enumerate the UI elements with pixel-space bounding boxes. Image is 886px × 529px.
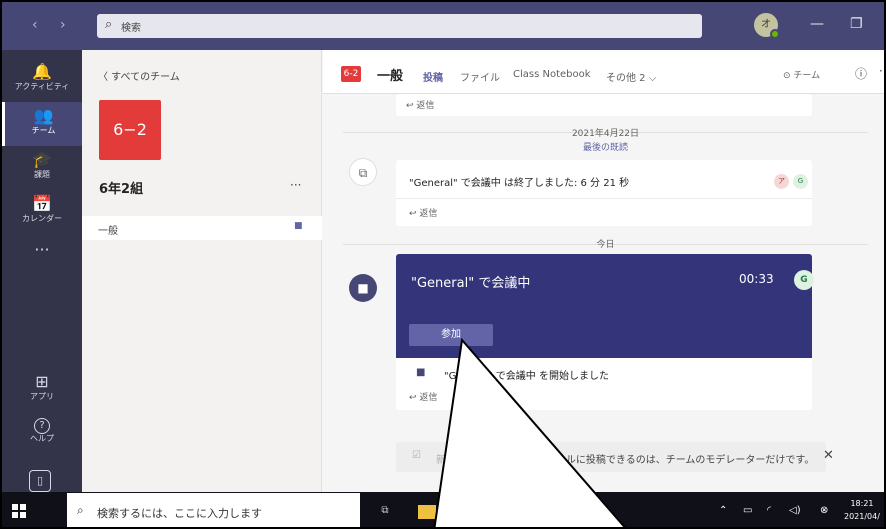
team-panel: 〈 すべてのチーム 6−2 6年2組 ··· 一般 ■ <box>82 50 322 492</box>
avatar-initial: オ <box>761 19 771 30</box>
team-name: 6年2組 <box>99 182 144 197</box>
rail-item-apps[interactable]: ⊞ アプリ <box>2 368 82 412</box>
channel-badge: 6-2 <box>341 66 361 82</box>
date-separator-today: 今日 <box>596 240 615 250</box>
meeting-ended-card: "General" で会議中 は終了しました: 6 分 21 秒 ア G ↩ 返… <box>396 160 812 226</box>
channel-header: 6-2 一般 投稿 ファイル Class Notebook その他 2 ⌵ ⊙ … <box>323 50 884 94</box>
rail-item-teams[interactable]: 👥 チーム <box>2 102 82 146</box>
avatar[interactable]: オ <box>754 13 780 39</box>
meeting-video-icon: ■ <box>349 274 377 302</box>
rail-item-help[interactable]: ? ヘルプ <box>2 412 82 456</box>
wifi-icon[interactable]: ◜ <box>767 505 771 516</box>
info-icon[interactable]: ⓘ <box>855 65 867 82</box>
meeting-started-card: ■ "General" で会議中 を開始しました ↩ 返信 <box>396 358 812 410</box>
reply-button[interactable]: ↩ 返信 <box>406 98 434 111</box>
search-input[interactable]: ⌕ 検索 <box>97 14 702 38</box>
minimize-button[interactable]: — <box>810 16 824 32</box>
channel-item-general[interactable]: 一般 ■ <box>82 216 322 240</box>
join-button[interactable]: 参加 <box>409 324 493 346</box>
reply-button[interactable]: ↩ 返信 <box>409 390 437 403</box>
meeting-title: "General" で会議中 <box>411 276 531 291</box>
meeting-timer: 00:33 <box>739 272 774 286</box>
search-icon: ⌕ <box>77 503 84 517</box>
tab-more[interactable]: その他 2 ⌵ <box>606 69 656 84</box>
team-more-button[interactable]: ··· <box>290 178 301 192</box>
meeting-video-icon: ■ <box>416 367 426 378</box>
team-tile: 6−2 <box>99 100 161 160</box>
app-rail: 🔔 アクティビティ 👥 チーム 🎓 課題 📅 カレンダー ··· ⊞ アプリ ?… <box>2 50 82 492</box>
tab-files[interactable]: ファイル <box>460 69 500 84</box>
tab-class-notebook[interactable]: Class Notebook <box>513 69 591 80</box>
chevron-up-icon[interactable]: ⌃ <box>719 505 727 516</box>
rail-item-assignments[interactable]: 🎓 課題 <box>2 146 82 190</box>
title-bar: ‹ › ⌕ 検索 オ — ❐ <box>2 2 884 50</box>
bell-icon: 🔔 <box>32 62 52 81</box>
message-card-top: ↩ 返信 <box>396 94 812 116</box>
meeting-ended-icon: ⧉ <box>349 158 377 186</box>
more-icon: ··· <box>34 240 50 259</box>
meeting-video-icon: ■ <box>294 221 303 231</box>
date-separator: 2021年4月22日 <box>571 129 640 139</box>
device-icon[interactable]: ▯ <box>29 470 51 492</box>
help-icon: ? <box>34 418 50 434</box>
avatar: ア <box>774 174 789 189</box>
notification-icon[interactable]: ⊗ <box>820 505 828 516</box>
word-icon[interactable]: W <box>547 502 565 520</box>
file-explorer-icon[interactable] <box>418 505 436 519</box>
rail-label-help: ヘルプ <box>30 434 54 443</box>
reply-label: 返信 <box>419 393 438 403</box>
rail-label-apps: アプリ <box>30 392 54 401</box>
avatar: G <box>793 174 808 189</box>
windows-start-icon[interactable] <box>12 504 26 518</box>
compose-new-label: 新 <box>436 455 446 466</box>
taskbar-search-input[interactable]: ⌕ 検索するには、ここに入力します <box>66 492 361 527</box>
forward-arrow-icon[interactable]: › <box>60 17 66 33</box>
more-options-icon[interactable]: ··· <box>879 64 884 78</box>
active-meeting-card: "General" で会議中 00:33 G 参加 <box>396 254 814 358</box>
volume-icon[interactable]: ◁) <box>789 505 801 516</box>
last-read-marker: 最後の既読 <box>582 143 628 153</box>
back-arrow-icon[interactable]: ‹ <box>32 17 38 33</box>
reply-button[interactable]: ↩ 返信 <box>409 206 437 219</box>
taskbar-clock[interactable]: 18:21 2021/04/ <box>844 497 880 523</box>
search-placeholder: 検索 <box>121 23 141 34</box>
calendar-icon: 📅 <box>32 194 52 213</box>
close-icon[interactable]: ✕ <box>823 448 834 463</box>
teams-window: ‹ › ⌕ 検索 オ — ❐ 🔔 アクティビティ 👥 チーム 🎓 課題 📅 カレ… <box>0 0 886 529</box>
teams-icon: 👥 <box>33 106 54 125</box>
clock-time: 18:21 <box>850 499 874 508</box>
team-button[interactable]: ⊙ チーム <box>783 68 820 81</box>
reply-label: 返信 <box>419 209 438 219</box>
compose-icon: ☑ <box>412 450 421 461</box>
task-view-icon[interactable]: ⧉ <box>376 502 394 520</box>
apps-icon: ⊞ <box>35 372 49 391</box>
new-conversation-bar[interactable]: ☑ 新 このチャネルに投稿できるのは、チームのモデレーターだけです。 <box>396 442 826 472</box>
channel-title: 一般 <box>377 69 404 84</box>
teams-app-icon[interactable]: T <box>585 502 603 520</box>
rail-item-more[interactable]: ··· <box>2 236 82 280</box>
meeting-started-text: "General" で会議中 を開始しました <box>444 371 609 382</box>
channel-name: 一般 <box>98 226 118 237</box>
moderator-restriction-text: このチャネルに投稿できるのは、チームのモデレーターだけです。 <box>516 455 815 466</box>
assignments-icon: 🎓 <box>32 150 52 169</box>
battery-icon[interactable]: ▭ <box>743 505 752 516</box>
maximize-button[interactable]: ❐ <box>850 16 863 32</box>
message-area: ↩ 返信 2021年4月22日 最後の既読 ⧉ "General" で会議中 は… <box>323 94 884 492</box>
avatar: G <box>794 270 814 290</box>
rail-item-calendar[interactable]: 📅 カレンダー <box>2 190 82 234</box>
search-icon: ⌕ <box>105 17 113 32</box>
rail-item-activity[interactable]: 🔔 アクティビティ <box>2 58 82 102</box>
rail-label-teams: チーム <box>31 126 56 135</box>
tab-posts[interactable]: 投稿 <box>423 69 443 84</box>
rail-label-activity: アクティビティ <box>14 82 70 91</box>
rail-label-assignments: 課題 <box>34 170 50 179</box>
presence-available-icon <box>770 29 780 39</box>
taskbar-search-placeholder: 検索するには、ここに入力します <box>97 507 262 520</box>
reply-label: 返信 <box>416 101 435 111</box>
all-teams-link[interactable]: 〈 すべてのチーム <box>98 68 180 83</box>
meeting-ended-text: "General" で会議中 は終了しました: 6 分 21 秒 <box>409 178 630 189</box>
windows-taskbar: ⌕ 検索するには、ここに入力します ⧉ W T ⌃ ▭ ◜ ◁) ⊗ 18:21… <box>2 492 884 527</box>
clock-date: 2021/04/ <box>844 512 880 521</box>
rail-label-calendar: カレンダー <box>22 214 62 223</box>
